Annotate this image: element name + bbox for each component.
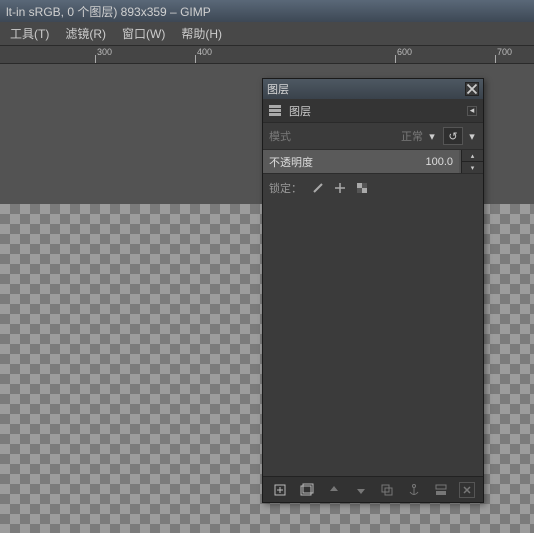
opacity-down-button[interactable]: ▾ (462, 162, 483, 173)
menu-windows[interactable]: 窗口(W) (114, 23, 173, 44)
layers-icon (269, 105, 283, 117)
panel-tab-bar: 图层 ◂ (263, 99, 483, 123)
raise-layer-button[interactable] (325, 481, 343, 499)
close-icon[interactable] (465, 82, 479, 96)
panel-footer (263, 476, 483, 502)
panel-menu-button[interactable]: ◂ (467, 106, 477, 116)
menu-help[interactable]: 帮助(H) (173, 23, 230, 44)
mode-value[interactable]: 正常 (401, 128, 423, 144)
panel-title-bar[interactable]: 图层 (263, 79, 483, 99)
ruler-tick-label: 300 (97, 47, 112, 57)
window-title-bar: lt-in sRGB, 0 个图层) 893x359 – GIMP (0, 0, 534, 22)
window-title: lt-in sRGB, 0 个图层) 893x359 – GIMP (6, 3, 211, 20)
merge-down-button[interactable] (432, 481, 450, 499)
opacity-up-button[interactable]: ▴ (462, 150, 483, 162)
new-group-button[interactable] (298, 481, 316, 499)
mode-label: 模式 (269, 128, 401, 144)
ruler-tick-label: 600 (397, 47, 412, 57)
opacity-label: 不透明度 (269, 154, 425, 170)
menu-bar: 工具(T) 滤镜(R) 窗口(W) 帮助(H) (0, 22, 534, 46)
lock-label: 锁定： (269, 180, 302, 196)
mode-reset-button[interactable]: ↺ (443, 127, 463, 145)
tab-layers-label[interactable]: 图层 (289, 103, 311, 119)
opacity-stepper: ▴ ▾ (461, 150, 483, 173)
blend-mode-row: 模式 正常 ▾ ↺ ▾ (263, 123, 483, 150)
layer-list[interactable] (263, 202, 483, 476)
chevron-down-icon[interactable]: ▾ (427, 131, 437, 141)
new-layer-button[interactable] (271, 481, 289, 499)
horizontal-ruler: 300 400 600 700 (0, 46, 534, 64)
ruler-tick-label: 700 (497, 47, 512, 57)
opacity-slider[interactable]: 不透明度 100.0 (263, 150, 459, 173)
lock-pixels-icon[interactable] (312, 182, 324, 194)
opacity-value: 100.0 (425, 156, 453, 168)
anchor-layer-button[interactable] (405, 481, 423, 499)
lock-row: 锁定： (263, 174, 483, 202)
panel-title: 图层 (267, 81, 465, 97)
menu-tools[interactable]: 工具(T) (2, 23, 57, 44)
layers-panel: 图层 图层 ◂ 模式 正常 ▾ ↺ ▾ 不透明度 100.0 ▴ ▾ 锁定： (262, 78, 484, 503)
delete-layer-button[interactable] (459, 482, 475, 498)
lower-layer-button[interactable] (352, 481, 370, 499)
chevron-down-icon[interactable]: ▾ (467, 131, 477, 141)
duplicate-layer-button[interactable] (378, 481, 396, 499)
opacity-row: 不透明度 100.0 ▴ ▾ (263, 150, 483, 174)
lock-position-icon[interactable] (334, 182, 346, 194)
menu-filters[interactable]: 滤镜(R) (57, 23, 114, 44)
lock-alpha-icon[interactable] (356, 182, 368, 194)
ruler-tick-label: 400 (197, 47, 212, 57)
